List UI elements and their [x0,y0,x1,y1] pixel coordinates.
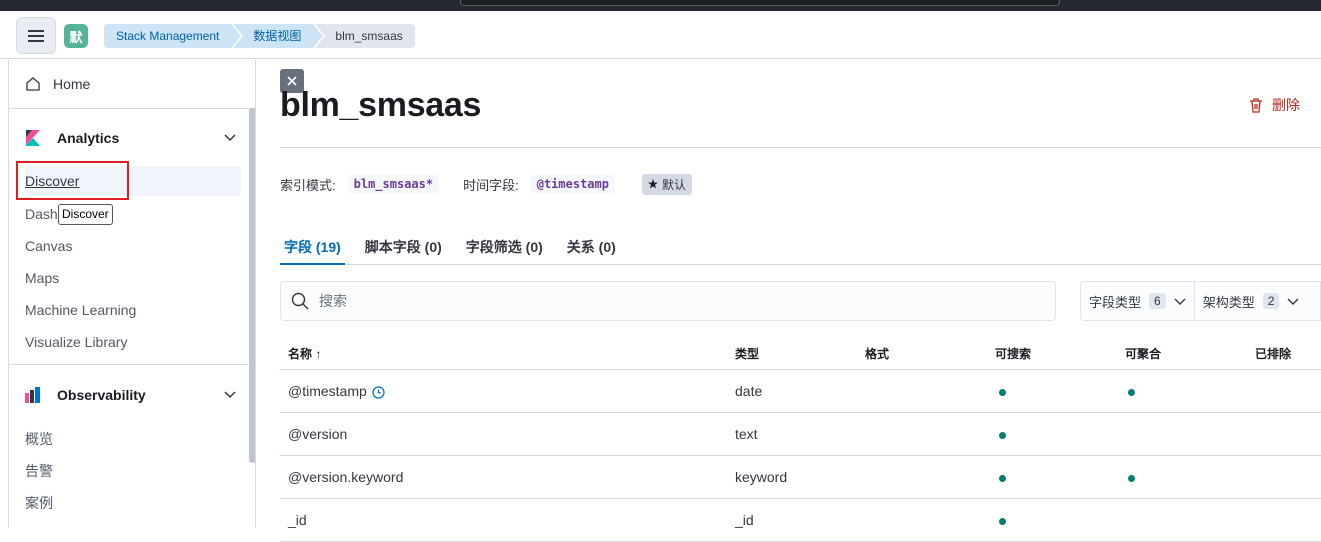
clock-icon [372,386,385,399]
field-name: @version [288,426,348,442]
main-content: blm_smsaas 删除 索引模式: blm_smsaas* 时间字段: @t… [257,60,1321,542]
tab-relationships[interactable]: 关系 (0) [563,232,620,265]
schema-type-filter[interactable]: 架构类型 2 [1193,282,1308,320]
field-name: _id [288,512,307,528]
column-format[interactable]: 格式 [865,340,889,368]
field-name-cell: _id [288,499,307,541]
breadcrumb: Stack Management 数据视图 blm_smsaas [104,24,417,48]
default-badge-label: 默认 [661,177,686,192]
field-type-filter-label: 字段类型 [1089,294,1142,310]
column-excluded[interactable]: 已排除 [1255,340,1291,368]
column-name[interactable]: 名称 ↑ [288,340,321,368]
menu-toggle-button[interactable] [16,17,56,54]
field-name: @timestamp [288,383,367,399]
table-row[interactable]: @timestamp date [280,370,1321,413]
field-name: @version.keyword [288,469,404,485]
schema-type-filter-label: 架构类型 [1202,294,1255,310]
page-title: blm_smsaas [280,86,482,124]
time-field-label: 时间字段: [463,177,519,193]
searchable-indicator [999,456,1006,498]
analytics-logo-icon [25,130,41,146]
trash-icon [1250,98,1262,113]
breadcrumb-stack-management[interactable]: Stack Management [104,24,244,48]
tab-scripted-fields[interactable]: 脚本字段 (0) [361,232,446,265]
field-type: keyword [735,469,788,485]
delete-button-label: 删除 [1272,97,1300,113]
nav-item-canvas[interactable]: Canvas [25,231,241,261]
table-row[interactable]: @version.keyword keyword [280,456,1321,499]
sort-ascending-icon: ↑ [315,347,322,361]
field-type-filter[interactable]: 字段类型 6 [1081,282,1194,320]
chevron-down-icon [1287,298,1299,305]
table-row[interactable]: @version text [280,413,1321,456]
nav-item-machine-learning[interactable]: Machine Learning [25,295,241,325]
tab-fields[interactable]: 字段 (19) [280,232,345,265]
observability-logo-icon [25,387,41,403]
nav-item-overview[interactable]: 概览 [25,424,241,454]
hamburger-icon [28,34,44,37]
index-pattern-label: 索引模式: [280,177,336,193]
table-row[interactable]: _id _id [280,499,1321,542]
sidebar-scrollbar[interactable] [249,108,255,463]
index-pattern-value: blm_smsaas* [347,175,440,193]
annotation-highlight-box [16,161,129,200]
nav-section-observability-title: Observability [57,387,146,403]
default-badge: 默认 [641,173,692,195]
breadcrumb-data-views[interactable]: 数据视图 [233,24,326,48]
table-body: @timestamp date @version text @version.keywo… [280,370,1321,542]
nav-item-visualize-library[interactable]: Visualize Library [25,327,241,357]
field-type: text [735,426,758,442]
column-name-label: 名称 [288,347,313,361]
data-view-meta: 索引模式: blm_smsaas* 时间字段: @timestamp 默认 [280,173,692,195]
chevron-down-icon[interactable] [223,130,237,144]
nav-section-observability[interactable]: Observability [9,375,249,415]
field-search[interactable] [280,281,1056,321]
nav-item-maps[interactable]: Maps [25,263,241,293]
nav-home-label: Home [53,76,91,92]
global-search-edge[interactable] [460,0,1060,6]
header-bar: 默 Stack Management 数据视图 blm_smsaas [0,11,1321,59]
field-name-cell: @timestamp [288,370,385,412]
aggregatable-indicator [1128,370,1135,412]
tab-field-filters[interactable]: 字段筛选 (0) [462,232,547,265]
nav-item-cases[interactable]: 案例 [25,488,241,518]
table-header: 名称 ↑ 类型 格式 可搜索 可聚合 已排除 [280,340,1321,370]
side-nav: Home Analytics Discover Dash Canvas Maps… [8,60,256,528]
fields-table: 名称 ↑ 类型 格式 可搜索 可聚合 已排除 @timestamp date @ve… [280,340,1321,542]
field-type: _id [735,512,754,528]
field-type: date [735,383,763,399]
column-aggregatable[interactable]: 可聚合 [1125,340,1161,368]
tooltip: Discover [58,204,113,225]
chevron-down-icon[interactable] [223,387,237,401]
time-field-value: @timestamp [530,175,615,193]
searchable-indicator [999,499,1006,541]
aggregatable-indicator [1128,456,1135,498]
field-type-count: 6 [1149,293,1166,309]
search-icon [291,292,309,310]
column-type[interactable]: 类型 [735,340,759,368]
filter-group: 字段类型 6 架构类型 2 [1080,281,1321,321]
column-searchable[interactable]: 可搜索 [995,340,1031,368]
chevron-down-icon [1174,298,1186,305]
field-name-cell: @version [288,413,347,455]
delete-button[interactable]: 删除 [1248,95,1300,115]
top-strip [0,0,1321,11]
nav-section-analytics[interactable]: Analytics [9,118,249,158]
nav-item-alerts[interactable]: 告警 [25,456,241,486]
space-avatar[interactable]: 默 [64,24,88,48]
nav-home[interactable]: Home [9,60,255,109]
field-name-cell: @version.keyword [288,456,403,498]
breadcrumb-current: blm_smsaas [315,24,415,48]
nav-section-analytics-title: Analytics [57,130,120,146]
schema-type-count: 2 [1262,293,1280,309]
searchable-indicator [999,413,1006,455]
header-divider [280,147,1321,148]
searchable-indicator [999,370,1006,412]
star-icon [647,179,658,189]
nav-divider [9,364,255,365]
home-icon [26,77,40,91]
tab-bar: 字段 (19) 脚本字段 (0) 字段筛选 (0) 关系 (0) [280,232,1321,265]
search-input[interactable] [319,293,1019,309]
